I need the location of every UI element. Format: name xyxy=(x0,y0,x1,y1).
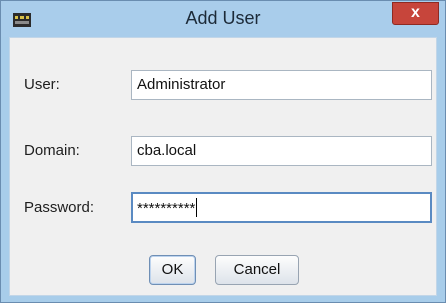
domain-value: cba.local xyxy=(137,142,197,159)
password-value: ********** xyxy=(137,200,196,217)
text-caret xyxy=(196,198,198,217)
dialog-content: User: Administrator Domain: cba.local Pa… xyxy=(9,37,437,296)
cancel-button[interactable]: Cancel xyxy=(215,255,299,285)
window-title: Add User xyxy=(185,8,261,28)
user-field[interactable]: Administrator xyxy=(131,70,432,100)
password-field[interactable]: ********** xyxy=(131,192,432,223)
user-value: Administrator xyxy=(137,76,226,93)
close-button[interactable]: x xyxy=(392,2,439,25)
add-user-dialog: Add User x User: Administrator Domain: c… xyxy=(0,0,446,303)
password-label: Password: xyxy=(24,199,95,216)
close-icon: x xyxy=(411,4,420,21)
user-label: User: xyxy=(24,76,60,93)
domain-label: Domain: xyxy=(24,142,80,159)
title-bar[interactable]: Add User x xyxy=(1,1,445,37)
domain-field[interactable]: cba.local xyxy=(131,136,432,166)
ok-button[interactable]: OK xyxy=(149,255,196,285)
